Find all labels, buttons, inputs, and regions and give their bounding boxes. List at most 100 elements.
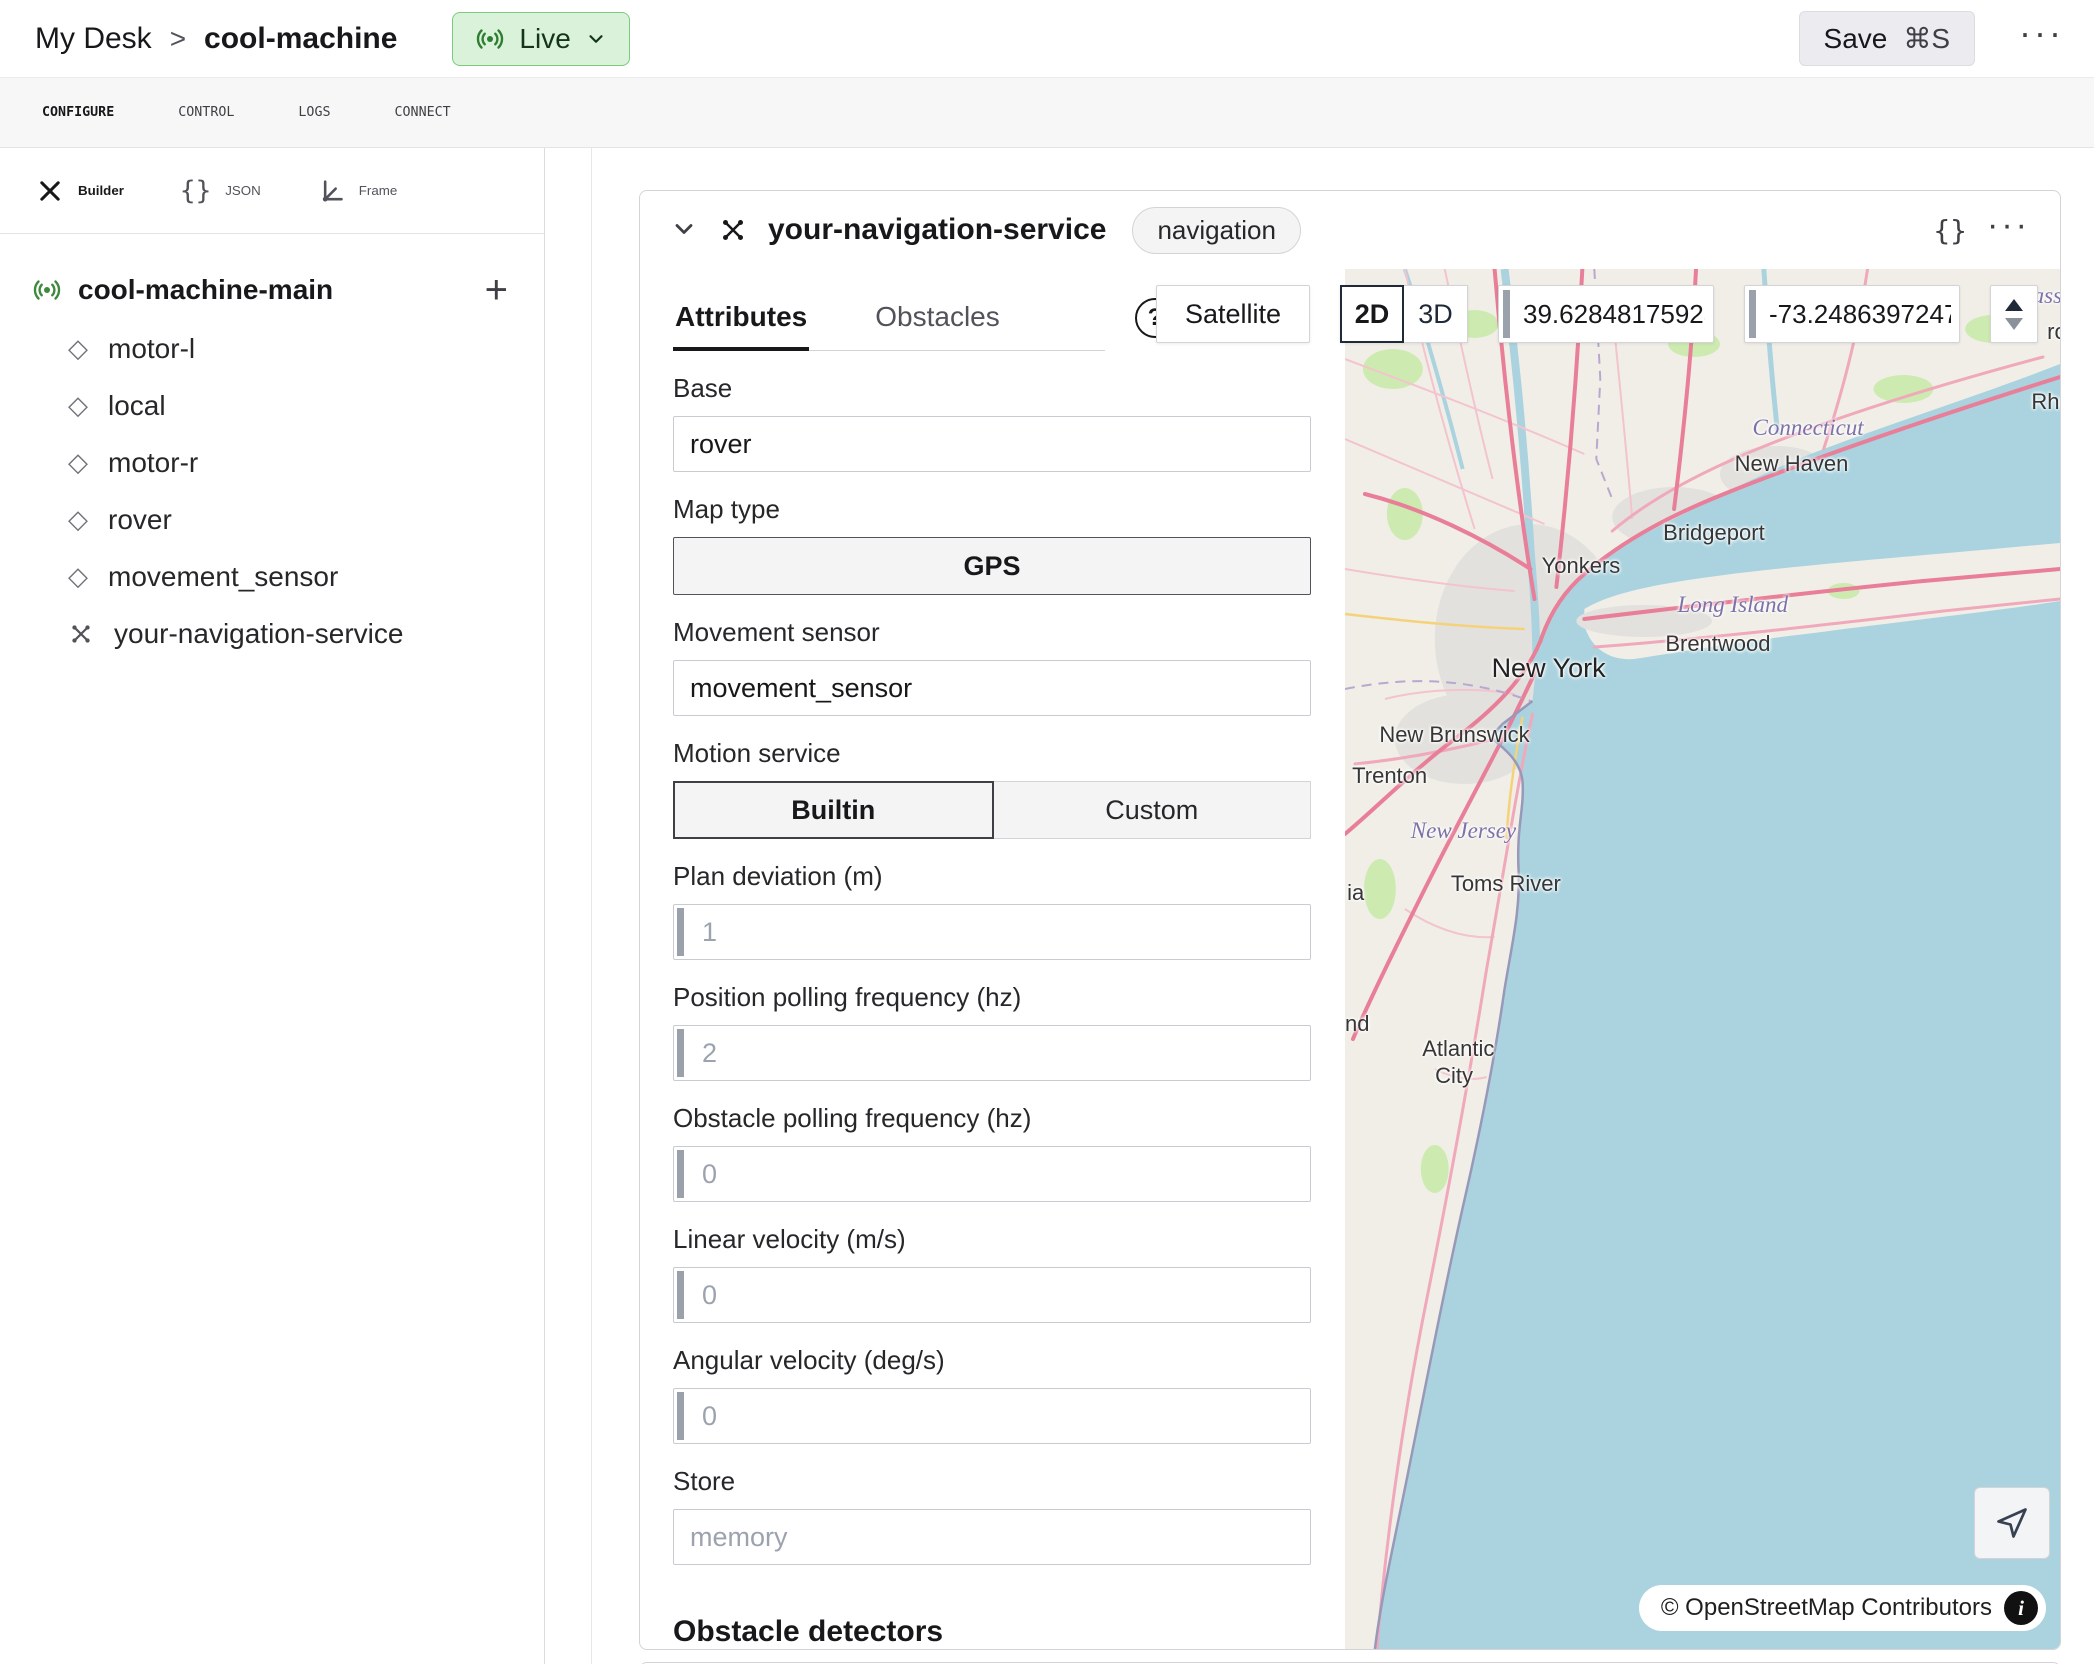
map-place-label: Yonkers (1542, 553, 1621, 579)
map-place-label: Trenton (1352, 763, 1427, 789)
linear-velocity-input[interactable] (673, 1267, 1311, 1323)
store-input[interactable] (673, 1509, 1311, 1565)
stepper-up-icon[interactable] (2005, 299, 2023, 311)
component-diamond-icon: ◇ (68, 447, 88, 478)
motion-service-segmented: Builtin Custom (673, 781, 1311, 839)
map-type-gps-button[interactable]: GPS (673, 537, 1311, 595)
view-json-icon[interactable]: {} (1933, 214, 1967, 247)
save-button[interactable]: Save ⌘S (1799, 11, 1976, 66)
map-dimension-toggle: 2D 3D (1340, 285, 1468, 343)
view-tab-json[interactable]: {} JSON (180, 176, 261, 206)
view-tab-frame[interactable]: Frame (317, 177, 398, 205)
view-tab-builder[interactable]: Builder (36, 177, 124, 205)
map-panel[interactable]: MassacroRhodConnecticutNew HavenBridgepo… (1345, 269, 2060, 1649)
main-nav-tabs: CONFIGURE CONTROL LOGS CONNECT (0, 78, 2094, 148)
tab-attributes[interactable]: Attributes (673, 285, 809, 351)
tab-configure[interactable]: CONFIGURE (42, 105, 114, 120)
frame-axes-icon (317, 177, 345, 205)
live-status-dropdown[interactable]: Live (452, 12, 629, 66)
breadcrumb-separator-icon: > (170, 23, 186, 55)
map-place-label: nd (1345, 1011, 1369, 1037)
more-menu-button[interactable]: ··· (2019, 15, 2064, 63)
map-locate-button[interactable] (1974, 1487, 2050, 1559)
tree-item-local[interactable]: ◇ local (32, 377, 508, 434)
map-place-label: ia (1347, 880, 1364, 906)
component-diamond-icon: ◇ (68, 333, 88, 364)
map-place-label: Toms River (1451, 871, 1561, 897)
tree-item-motor-r[interactable]: ◇ motor-r (32, 434, 508, 491)
obstacle-polling-label: Obstacle polling frequency (hz) (673, 1103, 1311, 1134)
machine-live-icon (32, 275, 62, 305)
map-place-label: Long Island (1677, 592, 1788, 618)
card-more-menu-button[interactable]: ··· (1987, 206, 2030, 255)
tree-root-machine[interactable]: cool-machine-main + (32, 260, 508, 320)
field-store: Store (673, 1466, 1311, 1565)
content-area: Builder {} JSON Frame (0, 148, 2094, 1664)
builder-tools-icon (36, 177, 64, 205)
component-diamond-icon: ◇ (68, 390, 88, 421)
angular-velocity-label: Angular velocity (deg/s) (673, 1345, 1311, 1376)
tree-root-label: cool-machine-main (78, 274, 469, 306)
motion-service-builtin-button[interactable]: Builtin (673, 781, 994, 839)
map-place-label: ro (2047, 319, 2060, 345)
info-icon[interactable]: i (2004, 1591, 2038, 1625)
service-type-badge: navigation (1132, 207, 1301, 254)
tree-item-label: movement_sensor (108, 561, 338, 593)
field-movement-sensor: Movement sensor (673, 617, 1311, 716)
navigation-arrow-icon (1994, 1505, 2030, 1541)
tree-item-movement-sensor[interactable]: ◇ movement_sensor (32, 548, 508, 605)
base-input[interactable] (673, 416, 1311, 472)
plan-deviation-input[interactable] (673, 904, 1311, 960)
tree-item-label: motor-r (108, 447, 198, 479)
tab-control[interactable]: CONTROL (178, 105, 234, 120)
collapse-chevron-icon[interactable] (670, 215, 698, 246)
field-map-type: Map type GPS (673, 494, 1311, 595)
live-broadcast-icon (475, 24, 505, 54)
component-tree: cool-machine-main + ◇ motor-l ◇ local ◇ … (0, 234, 544, 662)
movement-sensor-input[interactable] (673, 660, 1311, 716)
obstacle-polling-input[interactable] (673, 1146, 1311, 1202)
default-value-bar (677, 1150, 684, 1198)
longitude-field (1744, 285, 1960, 343)
breadcrumb-current: cool-machine (204, 22, 397, 56)
map-2d-button[interactable]: 2D (1340, 285, 1404, 343)
tree-item-rover[interactable]: ◇ rover (32, 491, 508, 548)
stepper-down-icon[interactable] (2005, 318, 2023, 330)
service-card-title: your-navigation-service (768, 213, 1106, 247)
card-body: Attributes Obstacles ? Base Map type GPS (640, 269, 2060, 1649)
attributes-form: Attributes Obstacles ? Base Map type GPS (640, 269, 1345, 1649)
tree-item-label: rover (108, 504, 172, 536)
map-place-label: New Haven (1735, 451, 1849, 477)
app-root: My Desk > cool-machine Live Save ⌘S ··· … (0, 0, 2094, 1664)
default-value-bar (677, 908, 684, 956)
map-3d-button[interactable]: 3D (1404, 285, 1468, 343)
position-polling-input[interactable] (673, 1025, 1311, 1081)
save-label: Save (1824, 23, 1888, 55)
map-controls: Satellite 2D 3D (1156, 285, 2038, 343)
angular-velocity-input[interactable] (673, 1388, 1311, 1444)
map-place-label: Brentwood (1665, 631, 1770, 657)
config-sidebar: Builder {} JSON Frame (0, 148, 545, 1664)
map-attribution: © OpenStreetMap Contributors i (1639, 1585, 2046, 1631)
tab-logs[interactable]: LOGS (298, 105, 330, 120)
tree-item-motor-l[interactable]: ◇ motor-l (32, 320, 508, 377)
breadcrumb: My Desk > cool-machine (35, 22, 397, 56)
main-panel-area: your-navigation-service navigation {} ··… (591, 148, 2094, 1664)
service-icon (718, 215, 748, 245)
base-label: Base (673, 373, 1311, 404)
breadcrumb-root-link[interactable]: My Desk (35, 22, 152, 56)
coordinate-stepper[interactable] (1990, 285, 2038, 343)
tree-item-navigation-service[interactable]: your-navigation-service (32, 605, 508, 662)
motion-service-custom-button[interactable]: Custom (994, 781, 1312, 839)
field-plan-deviation: Plan deviation (m) (673, 861, 1311, 960)
satellite-toggle-button[interactable]: Satellite (1156, 285, 1310, 343)
movement-sensor-label: Movement sensor (673, 617, 1311, 648)
tab-obstacles[interactable]: Obstacles (873, 285, 1002, 351)
add-component-button[interactable]: + (485, 270, 508, 310)
latitude-input[interactable] (1499, 286, 1713, 342)
longitude-input[interactable] (1745, 286, 1959, 342)
tab-connect[interactable]: CONNECT (395, 105, 451, 120)
braces-icon: {} (180, 176, 211, 206)
field-position-polling: Position polling frequency (hz) (673, 982, 1311, 1081)
view-tab-builder-label: Builder (78, 183, 124, 198)
